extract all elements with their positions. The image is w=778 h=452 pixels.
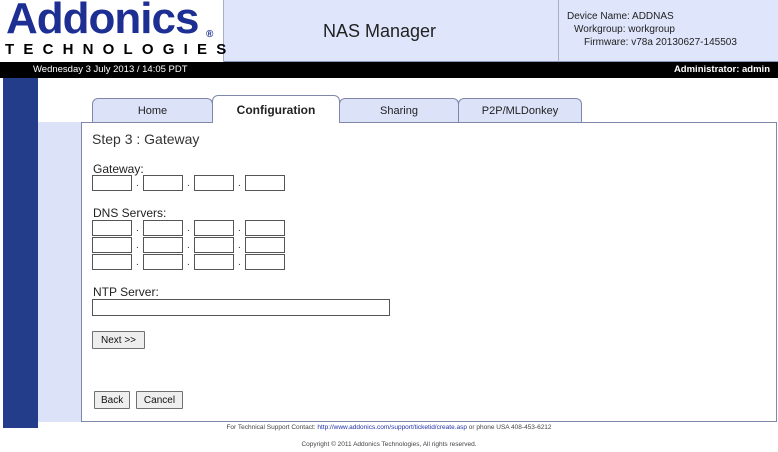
ip-separator: .: [187, 240, 190, 251]
dns2-octet-1[interactable]: [92, 237, 132, 253]
ip-separator: .: [136, 240, 139, 251]
ip-separator: .: [187, 223, 190, 234]
ip-separator: .: [238, 178, 241, 189]
dns2-octet-3[interactable]: [194, 237, 234, 253]
support-footer: For Technical Support Contact: http://ww…: [0, 424, 778, 431]
gateway-octet-4[interactable]: [245, 175, 285, 191]
gateway-label: Gateway:: [93, 162, 144, 176]
left-sidebar-bar: [3, 78, 38, 428]
device-info: Device Name: ADDNAS Workgroup: workgroup…: [558, 0, 778, 62]
ip-separator: .: [136, 223, 139, 234]
ip-separator: .: [187, 178, 190, 189]
tab-home[interactable]: Home: [92, 98, 213, 122]
logo-registered-mark: ®: [206, 29, 214, 40]
back-button[interactable]: Back: [94, 391, 130, 409]
tab-p2p-mldonkey[interactable]: P2P/MLDonkey: [458, 98, 582, 122]
cancel-button[interactable]: Cancel: [136, 391, 183, 409]
dns2-octet-4[interactable]: [245, 237, 285, 253]
tab-sharing[interactable]: Sharing: [339, 98, 459, 122]
copyright: Copyright © 2011 Addonics Technologies, …: [301, 441, 477, 448]
content-panel: [38, 122, 777, 422]
ntp-server-label: NTP Server:: [93, 285, 159, 299]
logo-tagline: TECHNOLOGIES: [5, 41, 236, 58]
dns3-octet-3[interactable]: [194, 254, 234, 270]
support-phone: or phone USA 408-453-6212: [468, 424, 552, 431]
header: Addonics ® TECHNOLOGIES NAS Manager Devi…: [0, 0, 778, 62]
dns1-octet-3[interactable]: [194, 220, 234, 236]
app-title: NAS Manager: [322, 21, 437, 41]
page-title: Step 3 : Gateway: [92, 131, 200, 147]
gateway-octet-3[interactable]: [194, 175, 234, 191]
device-firmware: Firmware: v78a 20130627-145503: [584, 37, 737, 48]
ntp-server-input[interactable]: [92, 299, 390, 316]
ip-separator: .: [238, 223, 241, 234]
dns3-octet-4[interactable]: [245, 254, 285, 270]
dns1-octet-4[interactable]: [245, 220, 285, 236]
next-button[interactable]: Next >>: [92, 331, 145, 349]
dns3-octet-1[interactable]: [92, 254, 132, 270]
dns1-octet-1[interactable]: [92, 220, 132, 236]
dns2-octet-2[interactable]: [143, 237, 183, 253]
ip-separator: .: [136, 257, 139, 268]
status-datetime: Wednesday 3 July 2013 / 14:05 PDT: [33, 64, 188, 75]
ip-separator: .: [187, 257, 190, 268]
status-bar: Wednesday 3 July 2013 / 14:05 PDT Admini…: [0, 62, 778, 78]
tab-configuration[interactable]: Configuration: [212, 95, 340, 123]
gateway-octet-2[interactable]: [143, 175, 183, 191]
support-link[interactable]: http://www.addonics.com/support/ticketid…: [317, 424, 467, 431]
support-prefix: For Technical Support Contact:: [226, 424, 316, 431]
ip-separator: .: [136, 178, 139, 189]
logo-wordmark: Addonics: [6, 0, 199, 43]
device-workgroup: Workgroup: workgroup: [574, 24, 675, 35]
dns1-octet-2[interactable]: [143, 220, 183, 236]
ip-separator: .: [238, 257, 241, 268]
gateway-octet-1[interactable]: [92, 175, 132, 191]
dns3-octet-2[interactable]: [143, 254, 183, 270]
ip-separator: .: [238, 240, 241, 251]
device-name: Device Name: ADDNAS: [567, 11, 674, 22]
addonics-logo: Addonics ® TECHNOLOGIES: [0, 0, 226, 62]
dns-servers-label: DNS Servers:: [93, 206, 167, 220]
status-user: Administrator: admin: [673, 64, 770, 75]
content-panel-margin: [38, 122, 82, 422]
